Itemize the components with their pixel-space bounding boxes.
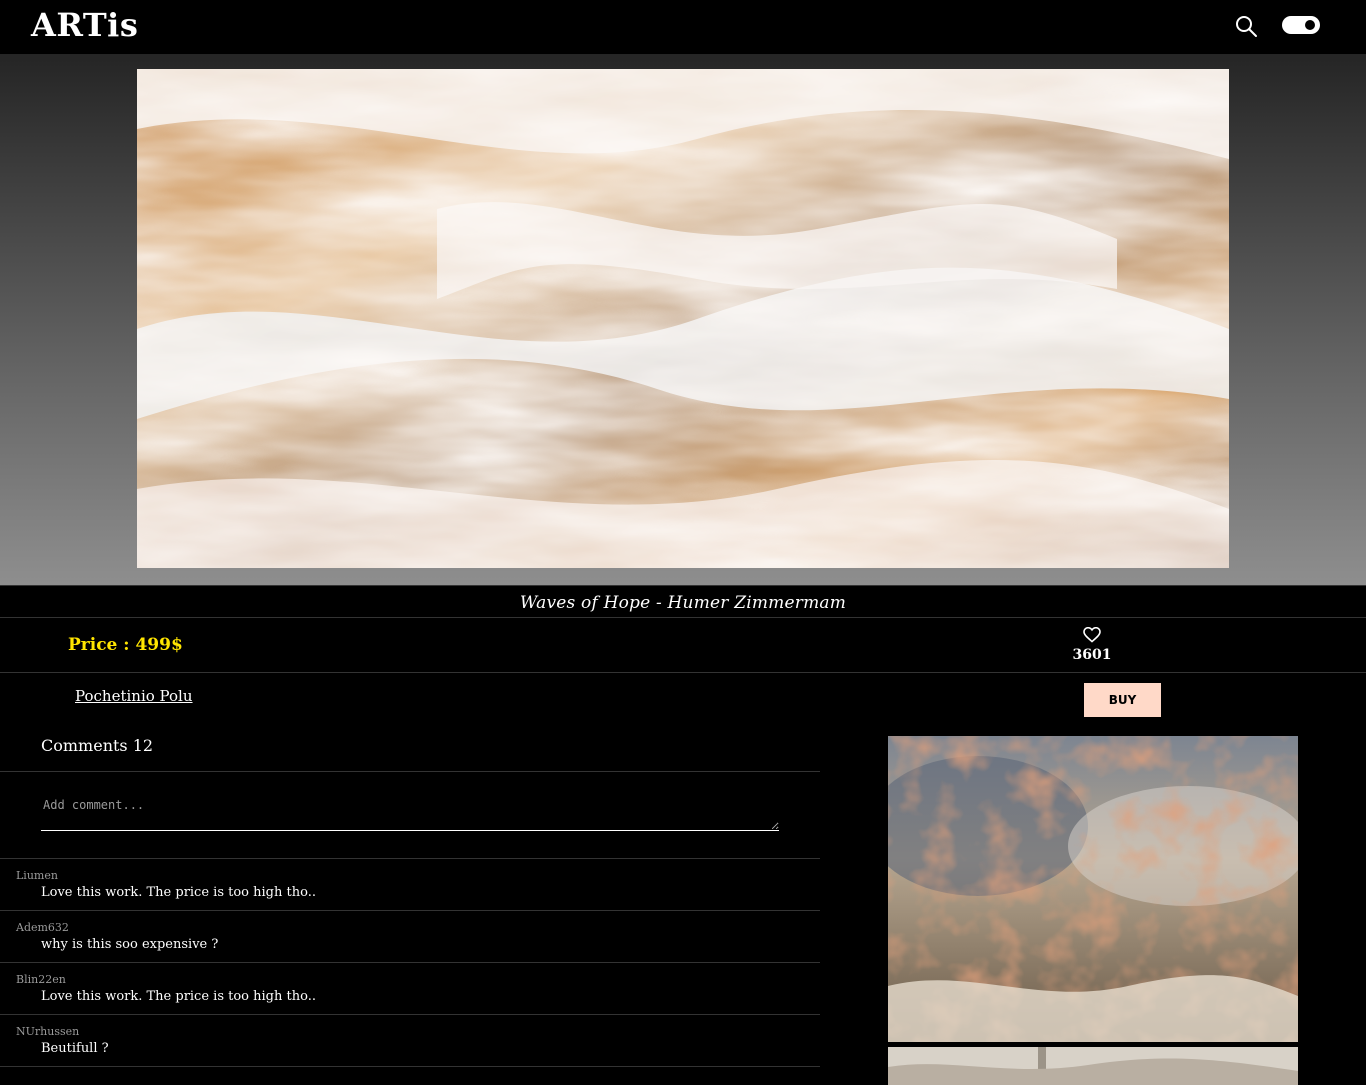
comments-section: Liumen Love this work. The price is too … [0, 771, 820, 1085]
artwork-title: Waves of Hope - Humer Zimmermam [519, 593, 847, 613]
price-row: Price : 499$ 3601 [0, 618, 1366, 673]
search-icon[interactable] [1234, 14, 1258, 38]
comment-input[interactable] [41, 794, 779, 831]
like-count: 3601 [1072, 647, 1112, 663]
comment-item: Adem632 why is this soo expensive ? [0, 911, 820, 963]
top-navbar: ARTis [0, 0, 1366, 54]
comment-text: Love this work. The price is too high th… [41, 885, 316, 900]
comment-user[interactable]: Liumen [16, 869, 58, 882]
comment-user[interactable]: Blin22en [16, 973, 66, 986]
comment-item: Blin22en Love this work. The price is to… [0, 963, 820, 1015]
comment-text: Love this work. The price is too high th… [41, 989, 316, 1004]
comment-user[interactable]: Adem632 [16, 921, 69, 934]
toggle-knob [1305, 20, 1315, 30]
buy-button[interactable]: BUY [1084, 683, 1161, 717]
artwork-price: Price : 499$ [68, 635, 183, 655]
related-artwork-1[interactable] [888, 736, 1298, 1042]
artist-link[interactable]: Pochetinio Polu [75, 687, 193, 705]
related-artwork-2[interactable] [888, 1047, 1298, 1085]
comment-list: Liumen Love this work. The price is too … [0, 858, 820, 1067]
site-logo[interactable]: ARTis [31, 6, 138, 44]
like-button[interactable]: 3601 [1070, 627, 1114, 663]
artwork-title-bar: Waves of Hope - Humer Zimmermam [0, 585, 1366, 618]
comment-text: Beutifull ? [41, 1041, 109, 1056]
heart-icon[interactable] [1083, 627, 1101, 643]
comment-text: why is this soo expensive ? [41, 937, 219, 952]
theme-toggle[interactable] [1282, 16, 1320, 34]
comment-user[interactable]: NUrhussen [16, 1025, 79, 1038]
comments-heading: Comments 12 [41, 736, 154, 755]
comment-item: NUrhussen Beutifull ? [0, 1015, 820, 1067]
comment-item: Liumen Love this work. The price is too … [0, 859, 820, 911]
artwork-image [137, 69, 1229, 568]
